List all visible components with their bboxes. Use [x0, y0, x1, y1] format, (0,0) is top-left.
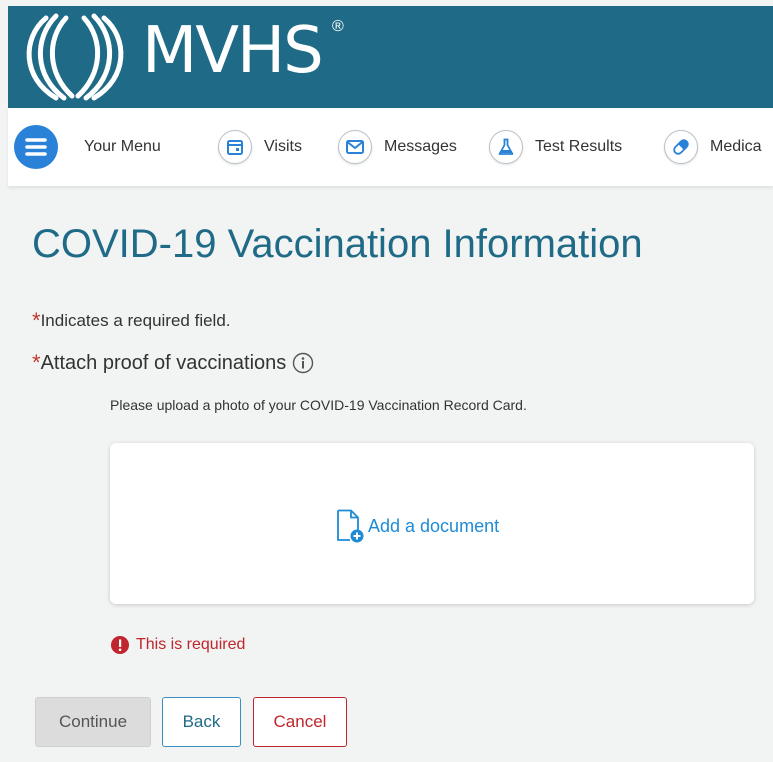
registered-mark: ®: [332, 18, 344, 35]
nav-item-your-menu[interactable]: Your Menu: [14, 108, 161, 186]
add-document-label: Add a document: [368, 515, 500, 536]
nav-label-visits: Visits: [264, 138, 302, 155]
nav-label-test-results: Test Results: [535, 138, 623, 155]
back-button[interactable]: Back: [162, 697, 241, 747]
nav-label-messages: Messages: [384, 138, 457, 155]
info-icon[interactable]: [292, 352, 314, 374]
add-document-icon: [337, 509, 364, 543]
continue-button[interactable]: Continue: [35, 697, 151, 747]
nav-item-messages[interactable]: Messages: [338, 108, 457, 186]
calendar-icon: [218, 130, 252, 164]
pill-icon: [664, 130, 698, 164]
attach-label-text: Attach proof of vaccinations: [40, 351, 287, 374]
mvhs-logo-icon: [26, 13, 124, 101]
upload-dropzone[interactable]: Add a document: [110, 443, 754, 604]
required-field-note: *Indicates a required field.: [32, 308, 231, 334]
error-icon: [111, 636, 129, 654]
flask-icon: [489, 130, 523, 164]
nav-label-medications: Medica: [710, 138, 762, 155]
nav-item-visits[interactable]: Visits: [218, 108, 302, 186]
required-asterisk: *: [32, 308, 41, 333]
brand-name: MVHS: [142, 14, 324, 88]
upload-helper-text: Please upload a photo of your COVID-19 V…: [110, 397, 527, 413]
required-asterisk: *: [32, 350, 41, 375]
required-note-text: Indicates a required field.: [40, 311, 231, 330]
envelope-icon: [338, 130, 372, 164]
hamburger-menu-icon: [14, 125, 58, 169]
nav-label-your-menu: Your Menu: [84, 138, 161, 155]
nav-item-test-results[interactable]: Test Results: [489, 108, 622, 186]
attach-proof-label: * Attach proof of vaccinations: [32, 350, 314, 376]
add-document-link[interactable]: Add a document: [336, 509, 499, 543]
validation-error: This is required: [110, 635, 245, 655]
error-text: This is required: [136, 636, 246, 653]
page-title: COVID-19 Vaccination Information: [32, 222, 643, 266]
nav-item-medications[interactable]: Medica: [664, 108, 762, 186]
cancel-button[interactable]: Cancel: [253, 697, 347, 747]
app-header: MVHS ®: [8, 6, 773, 108]
nav-bar: Your Menu Visits Messages Test Results M…: [8, 108, 773, 186]
